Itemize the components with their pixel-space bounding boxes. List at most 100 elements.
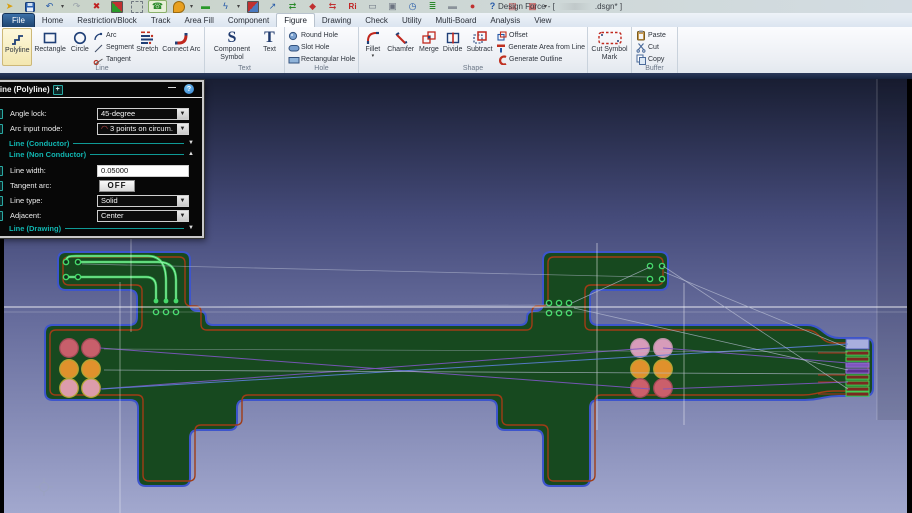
arc-input-expand-icon[interactable]: + xyxy=(0,124,3,134)
tab-restriction-block[interactable]: Restriction/Block xyxy=(70,14,144,27)
zoom-area-icon[interactable] xyxy=(128,1,145,12)
copy-button[interactable]: Copy xyxy=(634,54,675,65)
panel-minimize-button[interactable]: — xyxy=(168,83,176,92)
tab-track[interactable]: Track xyxy=(144,14,178,27)
non-conductor-collapse-icon[interactable]: ▲ xyxy=(188,151,194,157)
ribbon-group-line: Polyline Rectangle Circle Arc Segment xyxy=(0,27,205,73)
tab-component[interactable]: Component xyxy=(221,14,276,27)
chamfer-button[interactable]: Chamfer xyxy=(385,28,417,64)
open-icon[interactable]: ➤ xyxy=(1,1,18,12)
text-button[interactable]: T Text xyxy=(257,28,282,64)
display-window-icon[interactable]: ▣ xyxy=(384,1,401,12)
component-symbol-button[interactable]: S Component Symbol xyxy=(207,28,257,64)
display-frame-icon[interactable]: ▭ xyxy=(364,1,381,12)
connect-arc-icon xyxy=(173,29,189,46)
transfer-icon[interactable]: ⇆ xyxy=(324,1,341,12)
undo-icon[interactable]: ↶ xyxy=(41,1,58,12)
offset-button[interactable]: Offset xyxy=(495,30,585,41)
shape-tool-icon[interactable]: ◆ xyxy=(304,1,321,12)
round-hole-button[interactable]: Round Hole xyxy=(287,30,356,41)
section-line-drawing[interactable]: Line (Drawing) ▼ xyxy=(0,223,202,233)
line-width-input[interactable] xyxy=(97,165,189,177)
line-type-dropdown-icon[interactable]: ▼ xyxy=(177,196,188,206)
tab-utility[interactable]: Utility xyxy=(395,14,429,27)
ribbon-group-cut-symbol: Cut Symbol Mark xyxy=(588,27,632,73)
separator-dash-icon: ▬ xyxy=(444,1,461,12)
window-title: Design Force - [.dsgn* ] xyxy=(498,1,622,12)
tab-area-fill[interactable]: Area Fill xyxy=(178,14,221,27)
line-width-expand-icon[interactable]: + xyxy=(0,166,3,176)
delete-icon[interactable]: ✖ xyxy=(88,1,105,12)
polyline-button[interactable]: Polyline xyxy=(2,28,32,66)
stretch-button[interactable]: Stretch xyxy=(134,28,161,64)
generate-outline-button[interactable]: Generate Outline xyxy=(495,54,585,65)
save-icon[interactable] xyxy=(21,1,38,12)
design-canvas[interactable]: Line (Polyline) + — ? + Angle lock: 45-d… xyxy=(0,79,912,513)
conductor-collapse-icon[interactable]: ▼ xyxy=(188,140,194,146)
angle-lock-expand-icon[interactable]: + xyxy=(0,109,3,119)
angle-lock-select[interactable]: 45-degree ▼ xyxy=(97,108,189,120)
swap-nets-icon[interactable]: ⇄ xyxy=(284,1,301,12)
section-line-conductor[interactable]: Line (Conductor) ▼ xyxy=(0,138,202,148)
board-colors-icon[interactable] xyxy=(108,1,125,12)
panel-title-bar[interactable]: Line (Polyline) + — ? xyxy=(0,82,202,98)
undo-caret-icon[interactable]: ▾ xyxy=(61,3,64,10)
alert-icon[interactable]: ● xyxy=(464,1,481,12)
cut-button[interactable]: Cut xyxy=(634,42,675,53)
rectangular-hole-button[interactable]: Rectangular Hole xyxy=(287,54,356,65)
tab-check[interactable]: Check xyxy=(358,14,395,27)
tangent-button[interactable]: Tangent xyxy=(92,54,134,65)
circle-icon xyxy=(72,29,88,46)
circle-button[interactable]: Circle xyxy=(68,28,92,64)
tab-analysis[interactable]: Analysis xyxy=(483,14,527,27)
line-type-select[interactable]: Solid ▼ xyxy=(97,195,189,207)
arc-input-dropdown-icon[interactable]: ▼ xyxy=(177,124,188,134)
rectangle-button[interactable]: Rectangle xyxy=(32,28,67,64)
measure-tool-icon[interactable]: ☎ xyxy=(148,0,167,13)
panel-help-button[interactable]: ? xyxy=(184,84,194,94)
subtract-button[interactable]: Subtract xyxy=(464,28,495,64)
adjacent-expand-icon[interactable]: + xyxy=(0,211,3,221)
tangent-arc-expand-icon[interactable]: + xyxy=(0,181,3,191)
grid-colors-icon[interactable] xyxy=(244,1,261,12)
tab-drawing[interactable]: Drawing xyxy=(315,14,358,27)
tab-home[interactable]: Home xyxy=(35,14,70,27)
line-type-expand-icon[interactable]: + xyxy=(0,196,3,206)
arc-button[interactable]: Arc xyxy=(92,30,134,41)
adjacent-dropdown-icon[interactable]: ▼ xyxy=(177,211,188,221)
panel-title: Line (Polyline) xyxy=(0,85,50,94)
arc-input-mode-row: + Arc input mode: ◠ 3 points on circum. … xyxy=(0,122,202,135)
segment-button[interactable]: Segment xyxy=(92,42,134,53)
annotation-balloon-icon[interactable] xyxy=(170,1,187,12)
generate-area-from-line-button[interactable]: Generate Area from Line xyxy=(495,42,585,53)
panel-expand-icon[interactable]: + xyxy=(53,85,63,95)
redo-icon[interactable]: ↷ xyxy=(68,1,85,12)
angle-lock-dropdown-icon[interactable]: ▼ xyxy=(177,109,188,119)
rule-check-icon[interactable]: Ri xyxy=(344,1,361,12)
tab-file[interactable]: File xyxy=(2,13,35,27)
annotation-caret-icon[interactable]: ▾ xyxy=(190,3,193,10)
cut-symbol-mark-button[interactable]: Cut Symbol Mark xyxy=(590,28,629,64)
quick-edit-icon[interactable]: ϟ xyxy=(217,1,234,12)
line-polyline-panel: Line (Polyline) + — ? + Angle lock: 45-d… xyxy=(0,80,204,238)
tab-figure[interactable]: Figure xyxy=(276,13,315,27)
tangent-arc-toggle-button[interactable]: OFF xyxy=(99,180,135,192)
drawing-collapse-icon[interactable]: ▼ xyxy=(188,225,194,231)
tab-multi-board[interactable]: Multi-Board xyxy=(429,14,484,27)
slot-hole-button[interactable]: Slot Hole xyxy=(287,42,356,53)
divide-button[interactable]: Divide xyxy=(441,28,464,64)
fillet-button[interactable]: Fillet ▾ xyxy=(361,28,385,64)
tab-view[interactable]: View xyxy=(527,14,558,27)
layer-list-icon[interactable]: ≣ xyxy=(424,1,441,12)
paste-button[interactable]: Paste xyxy=(634,30,675,41)
select-pointer-icon[interactable]: ↗ xyxy=(264,1,281,12)
adjacent-select[interactable]: Center ▼ xyxy=(97,210,189,222)
connect-arc-button[interactable]: Connect Arc xyxy=(161,28,202,64)
arc-input-mode-select[interactable]: ◠ 3 points on circum. ▼ xyxy=(97,123,189,135)
fillet-dropdown-icon[interactable]: ▾ xyxy=(372,54,375,58)
section-line-non-conductor[interactable]: Line (Non Conductor) ▲ xyxy=(0,149,202,159)
line-style-icon[interactable]: ▬ xyxy=(197,1,214,12)
quick-edit-caret-icon[interactable]: ▾ xyxy=(237,3,240,10)
merge-button[interactable]: Merge xyxy=(417,28,442,64)
history-clock-icon[interactable]: ◷ xyxy=(404,1,421,12)
